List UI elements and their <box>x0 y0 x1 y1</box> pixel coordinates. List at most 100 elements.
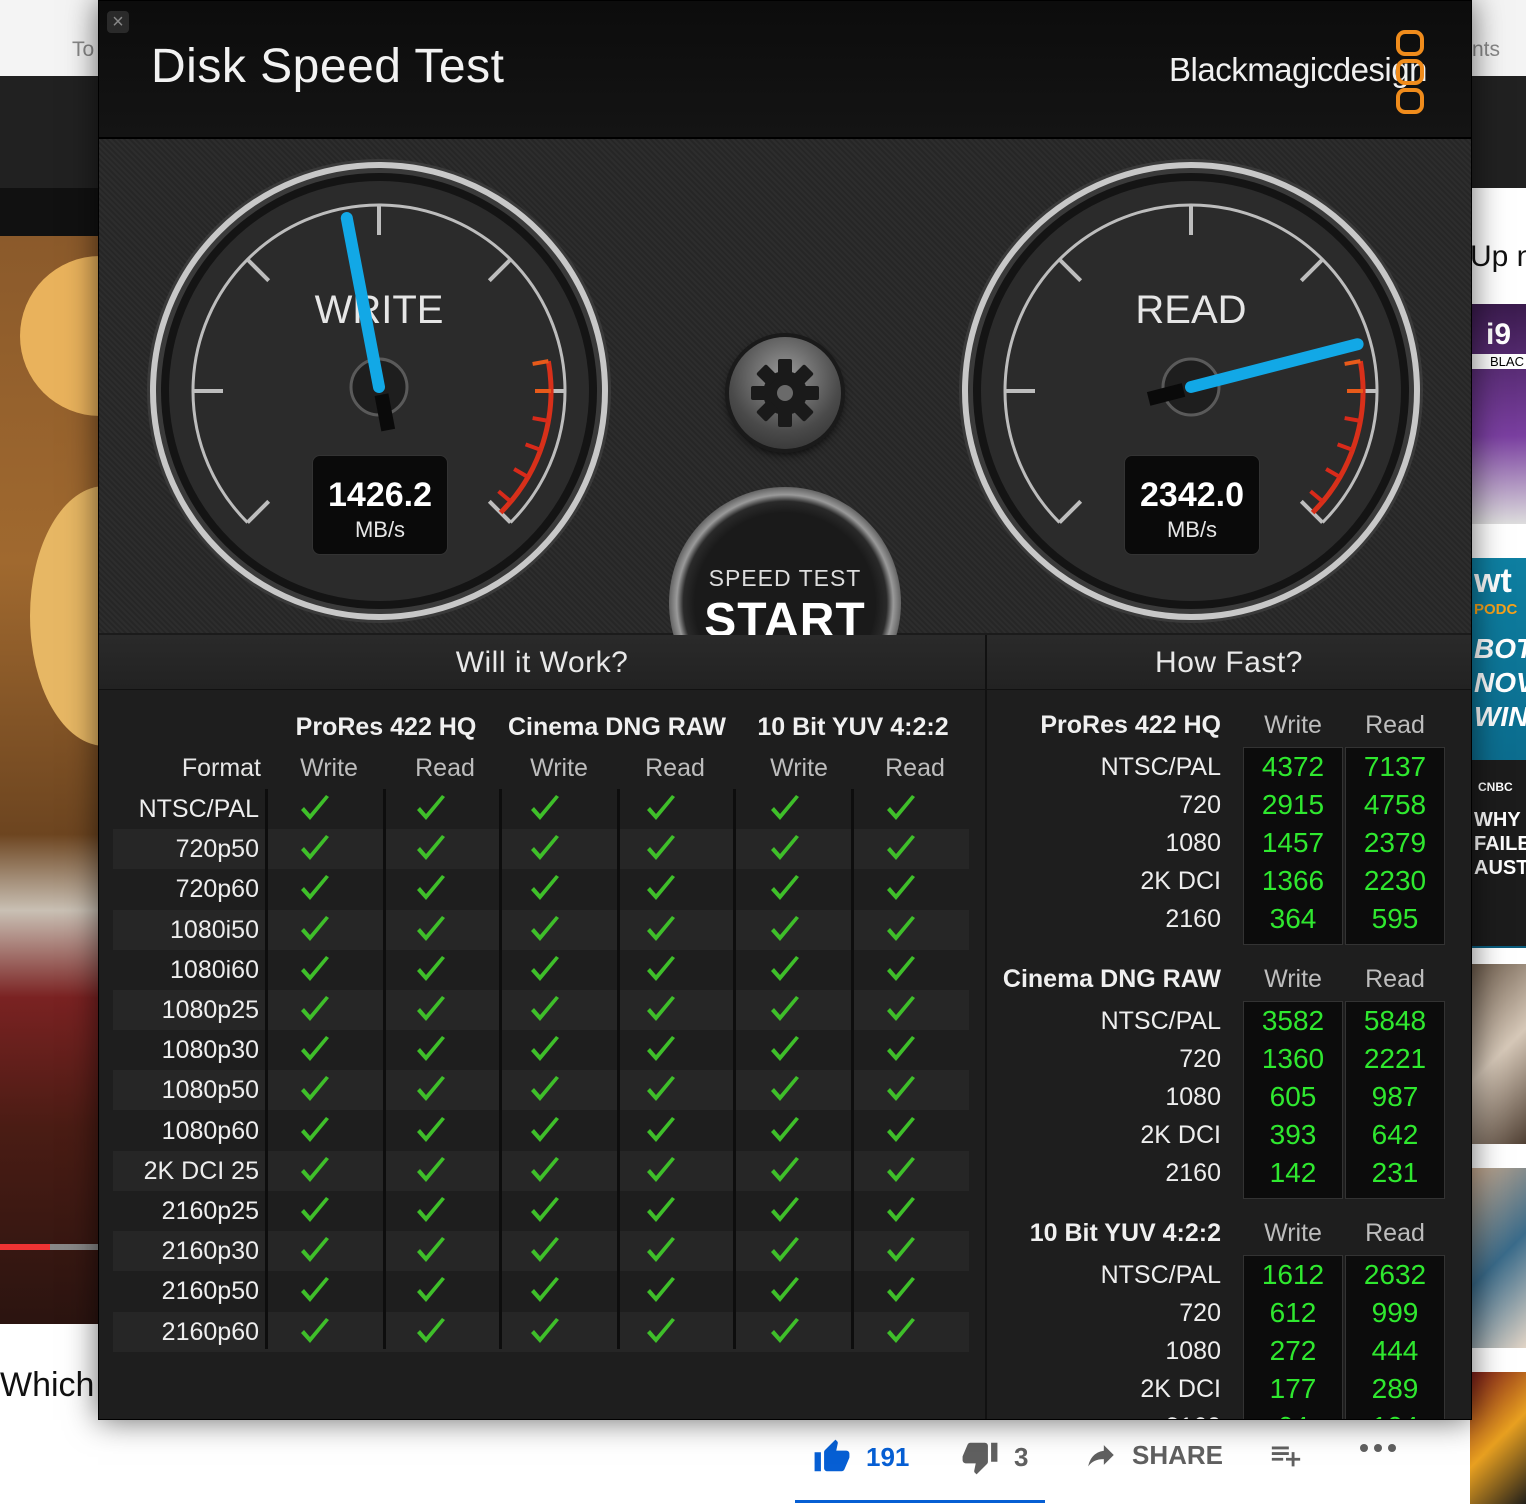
thumb-text: BOT <box>1474 633 1526 664</box>
table-row: 1080p60 <box>113 1111 969 1151</box>
save-to-playlist-button[interactable] <box>1268 1438 1304 1472</box>
how-fast-read-value: 2632 <box>1363 1259 1427 1290</box>
checkmark-icon <box>647 996 675 1021</box>
recommended-video-thumb[interactable]: i9 BLAC <box>1470 304 1526 524</box>
will-it-work-header: Will it Work? <box>99 635 985 690</box>
dislike-button[interactable]: 3 <box>960 1438 1028 1476</box>
checkmark-icon <box>771 915 799 941</box>
more-dots-icon <box>1360 1444 1396 1452</box>
checkmark-icon <box>771 1116 799 1142</box>
how-fast-write-value: 3582 <box>1261 1005 1325 1036</box>
format-name: 720p50 <box>175 835 259 864</box>
like-ratio-bar <box>795 1500 1045 1503</box>
checkmark-icon <box>301 1116 329 1142</box>
checkmark-icon <box>771 795 799 820</box>
recommended-video-thumb[interactable] <box>1470 1168 1526 1348</box>
thumb-text: WIN <box>1474 701 1526 732</box>
grid-separator <box>733 789 736 1349</box>
recommended-video-thumb[interactable]: CNBC WHY FAILE AUST <box>1470 760 1526 946</box>
table-row: 720p50 <box>113 829 969 870</box>
share-label: SHARE <box>1132 1439 1224 1470</box>
table-row: 1080p25 <box>113 990 969 1030</box>
checkmark-icon <box>531 1277 559 1303</box>
video-progress-fill <box>0 1244 50 1250</box>
read-gauge: READ <box>959 159 1423 623</box>
checkmark-icon <box>531 1237 559 1263</box>
settings-button[interactable] <box>729 337 841 449</box>
grid-separator <box>851 789 854 1349</box>
checkmark-icon <box>647 1076 675 1102</box>
checkmark-icon <box>887 1197 915 1222</box>
grid-separator <box>265 789 268 1349</box>
how-fast-format: 2K DCI <box>1140 1121 1221 1149</box>
how-fast-read-value: 7137 <box>1363 751 1427 782</box>
checkmark-icon <box>531 1076 559 1102</box>
how-fast-read-value: 2230 <box>1363 865 1427 896</box>
checkmark-icon <box>771 955 799 981</box>
subheader-write: Write <box>770 754 828 782</box>
format-name: 720p60 <box>175 875 259 904</box>
checkmark-icon <box>301 1277 329 1303</box>
brand-name: Blackmagicdesign <box>1169 51 1427 88</box>
how-fast-format: 2160 <box>1165 1159 1221 1187</box>
checkmark-icon <box>417 1076 445 1102</box>
up-next-sidebar: Up n i9 BLAC wt PODC BOT NOV WIN CNBC WH… <box>1468 188 1526 1504</box>
thumb-text: BLAC <box>1470 354 1526 369</box>
checkmark-icon <box>531 915 559 941</box>
recommended-video-thumb[interactable] <box>1470 964 1526 1144</box>
write-gauge: WRITE <box>147 159 611 623</box>
start-button-caption: SPEED TEST <box>708 565 862 591</box>
checkmark-icon <box>647 795 675 820</box>
checkmark-icon <box>531 955 559 981</box>
checkmark-icon <box>417 915 445 941</box>
table-row: 1080p30 <box>113 1030 969 1070</box>
how-fast-read-value: 231 <box>1371 1157 1419 1188</box>
format-name: 1080i60 <box>170 955 259 984</box>
checkmark-icon <box>887 795 915 820</box>
how-fast-read-value: 289 <box>1371 1373 1419 1404</box>
video-frame-object <box>30 486 100 746</box>
subheader-write: Write <box>300 754 358 782</box>
youtube-subheader <box>0 188 100 238</box>
table-row: 1080p50 <box>113 1070 969 1111</box>
read-speed-readout: 2342.0 MB/s <box>1124 455 1260 555</box>
format-name: 1080p30 <box>161 1036 259 1065</box>
codec-header-10bit-yuv: 10 Bit YUV 4:2:2 <box>757 713 949 741</box>
thumb-text: AUST <box>1474 857 1526 879</box>
checkmark-icon <box>647 955 675 981</box>
checkmark-icon <box>647 835 675 861</box>
how-fast-format: 2160 <box>1165 905 1221 933</box>
how-fast-read-value: 642 <box>1371 1119 1419 1150</box>
playlist-add-icon <box>1271 1446 1301 1467</box>
checkmark-icon <box>301 1036 329 1062</box>
write-gauge-label: WRITE <box>315 288 444 332</box>
table-row: 2160p60 <box>113 1311 969 1352</box>
checkmark-icon <box>887 1277 915 1303</box>
thumb-text: PODC <box>1474 601 1518 618</box>
write-speed-value: 1426.2 <box>328 476 432 514</box>
how-fast-read-header: Read <box>1365 965 1425 993</box>
blackmagic-logo-icon <box>1396 30 1424 114</box>
checkmark-icon <box>301 1237 329 1263</box>
gear-icon <box>751 359 819 427</box>
checkmark-icon <box>647 1317 675 1343</box>
how-fast-write-value: 272 <box>1269 1335 1317 1366</box>
video-action-bar: 191 3 SHARE <box>0 1420 1526 1504</box>
checkmark-icon <box>301 1156 329 1182</box>
how-fast-format: NTSC/PAL <box>1100 1261 1221 1289</box>
more-button[interactable] <box>1358 1438 1398 1458</box>
video-player[interactable] <box>0 236 100 1324</box>
write-speed-unit: MB/s <box>354 517 406 542</box>
close-window-button[interactable]: × <box>107 11 129 33</box>
table-row: 2160p25 <box>113 1191 969 1231</box>
how-fast-write-value: 142 <box>1269 1157 1317 1188</box>
how-fast-write-value: 393 <box>1269 1119 1317 1150</box>
subheader-read: Read <box>885 754 945 782</box>
browser-tab-left[interactable]: To <box>72 38 94 62</box>
video-progress-bar[interactable] <box>0 1244 100 1250</box>
browser-tab-right[interactable]: nts <box>1472 38 1500 62</box>
like-button[interactable]: 191 <box>812 1438 909 1476</box>
checkmark-icon <box>647 1036 675 1062</box>
like-count: 191 <box>866 1441 910 1472</box>
share-button[interactable]: SHARE <box>1084 1438 1223 1472</box>
